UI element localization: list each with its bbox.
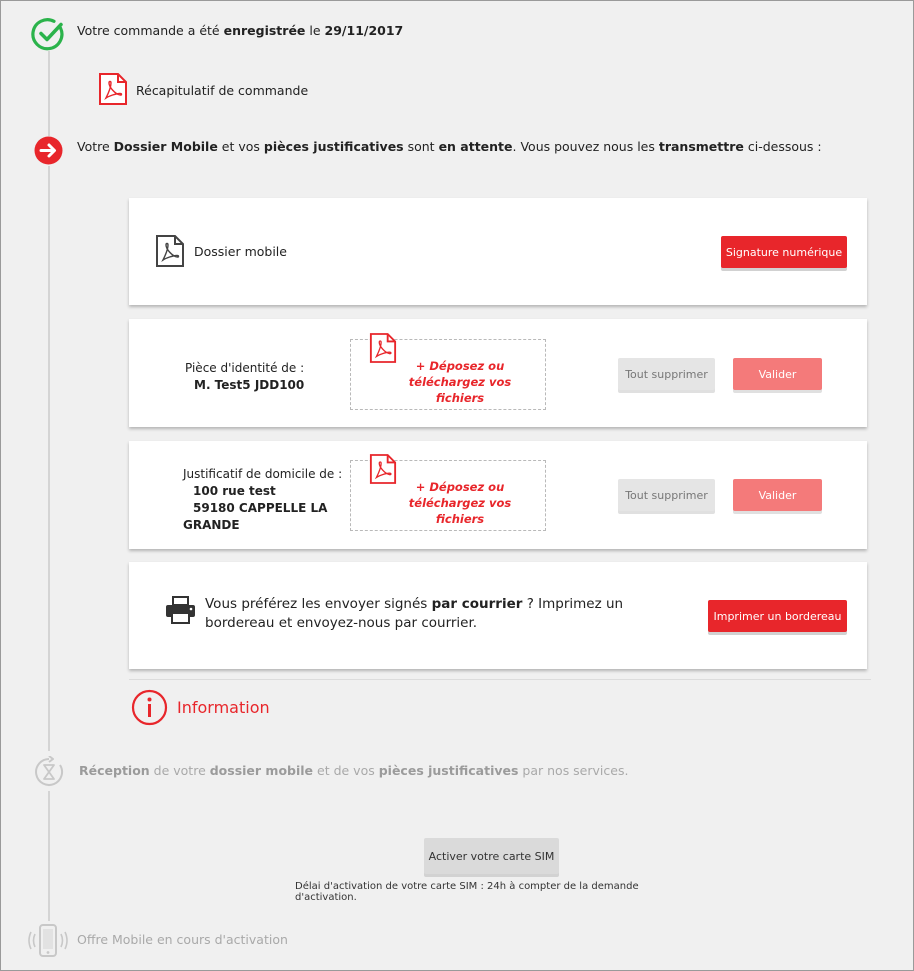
- identity-dropzone-text: + Déposez ou téléchargez vos fichiers: [408, 359, 512, 405]
- domicile-label: Justificatif de domicile de :: [183, 467, 343, 481]
- reception-status-text: Réception de votre dossier mobile et de …: [79, 763, 629, 778]
- info-circle-icon[interactable]: [131, 689, 168, 726]
- domicile-address-2: 59180 CAPPELLE LA: [193, 501, 328, 515]
- identity-name: M. Test5 JDD100: [194, 378, 305, 392]
- dossier-mobile-label: Dossier mobile: [194, 244, 287, 259]
- domicile-label-block: Justificatif de domicile de : 100 rue te…: [183, 466, 342, 534]
- domicile-delete-all-button[interactable]: Tout supprimer: [618, 479, 715, 511]
- activation-delay-text: Délai d'activation de votre carte SIM : …: [295, 881, 639, 903]
- timeline-line-3: [48, 791, 50, 921]
- domicile-address-1: 100 rue test: [193, 484, 276, 498]
- identity-label-block: Pièce d'identité de : M. Test5 JDD100: [185, 360, 304, 394]
- recap-link[interactable]: Récapitulatif de commande: [136, 83, 308, 98]
- identity-card: Pièce d'identité de : M. Test5 JDD100 + …: [129, 319, 867, 427]
- pdf-file-icon[interactable]: [98, 72, 128, 106]
- domicile-dropzone-text: + Déposez ou téléchargez vos fichiers: [408, 480, 512, 526]
- pdf-file-icon: [156, 235, 184, 267]
- clock-refresh-icon: [35, 756, 63, 786]
- identity-delete-all-button[interactable]: Tout supprimer: [618, 358, 715, 390]
- pending-status-text: Votre Dossier Mobile et vos pièces justi…: [77, 139, 822, 154]
- timeline-line-2: [48, 166, 50, 751]
- arrow-right-circle-icon: [34, 136, 63, 165]
- mail-text: Vous préférez les envoyer signés par cou…: [205, 596, 624, 631]
- mail-card: Vous préférez les envoyer signés par cou…: [129, 562, 867, 669]
- domicile-address-3: GRANDE: [183, 518, 240, 532]
- offer-status-text: Offre Mobile en cours d'activation: [77, 932, 288, 947]
- section-divider: [129, 679, 871, 680]
- order-status-text: Votre commande a été enregistrée le 29/1…: [77, 23, 404, 38]
- domicile-dropzone[interactable]: + Déposez ou téléchargez vos fichiers: [350, 454, 546, 531]
- printer-icon: [166, 596, 195, 624]
- signature-button[interactable]: Signature numérique: [721, 236, 847, 268]
- timeline-line-1: [48, 51, 50, 136]
- dossier-mobile-card: Dossier mobile Signature numérique: [129, 198, 867, 305]
- information-link[interactable]: Information: [177, 698, 270, 717]
- mobile-phone-icon: [28, 924, 68, 957]
- check-circle-icon: [31, 18, 64, 51]
- identity-validate-button[interactable]: Valider: [733, 358, 822, 390]
- domicile-validate-button[interactable]: Valider: [733, 479, 822, 511]
- identity-dropzone[interactable]: + Déposez ou téléchargez vos fichiers: [350, 333, 546, 410]
- activate-sim-button[interactable]: Activer votre carte SIM: [424, 838, 559, 874]
- identity-label: Pièce d'identité de :: [185, 361, 305, 375]
- domicile-card: Justificatif de domicile de : 100 rue te…: [129, 441, 867, 549]
- print-slip-button[interactable]: Imprimer un bordereau: [708, 600, 847, 632]
